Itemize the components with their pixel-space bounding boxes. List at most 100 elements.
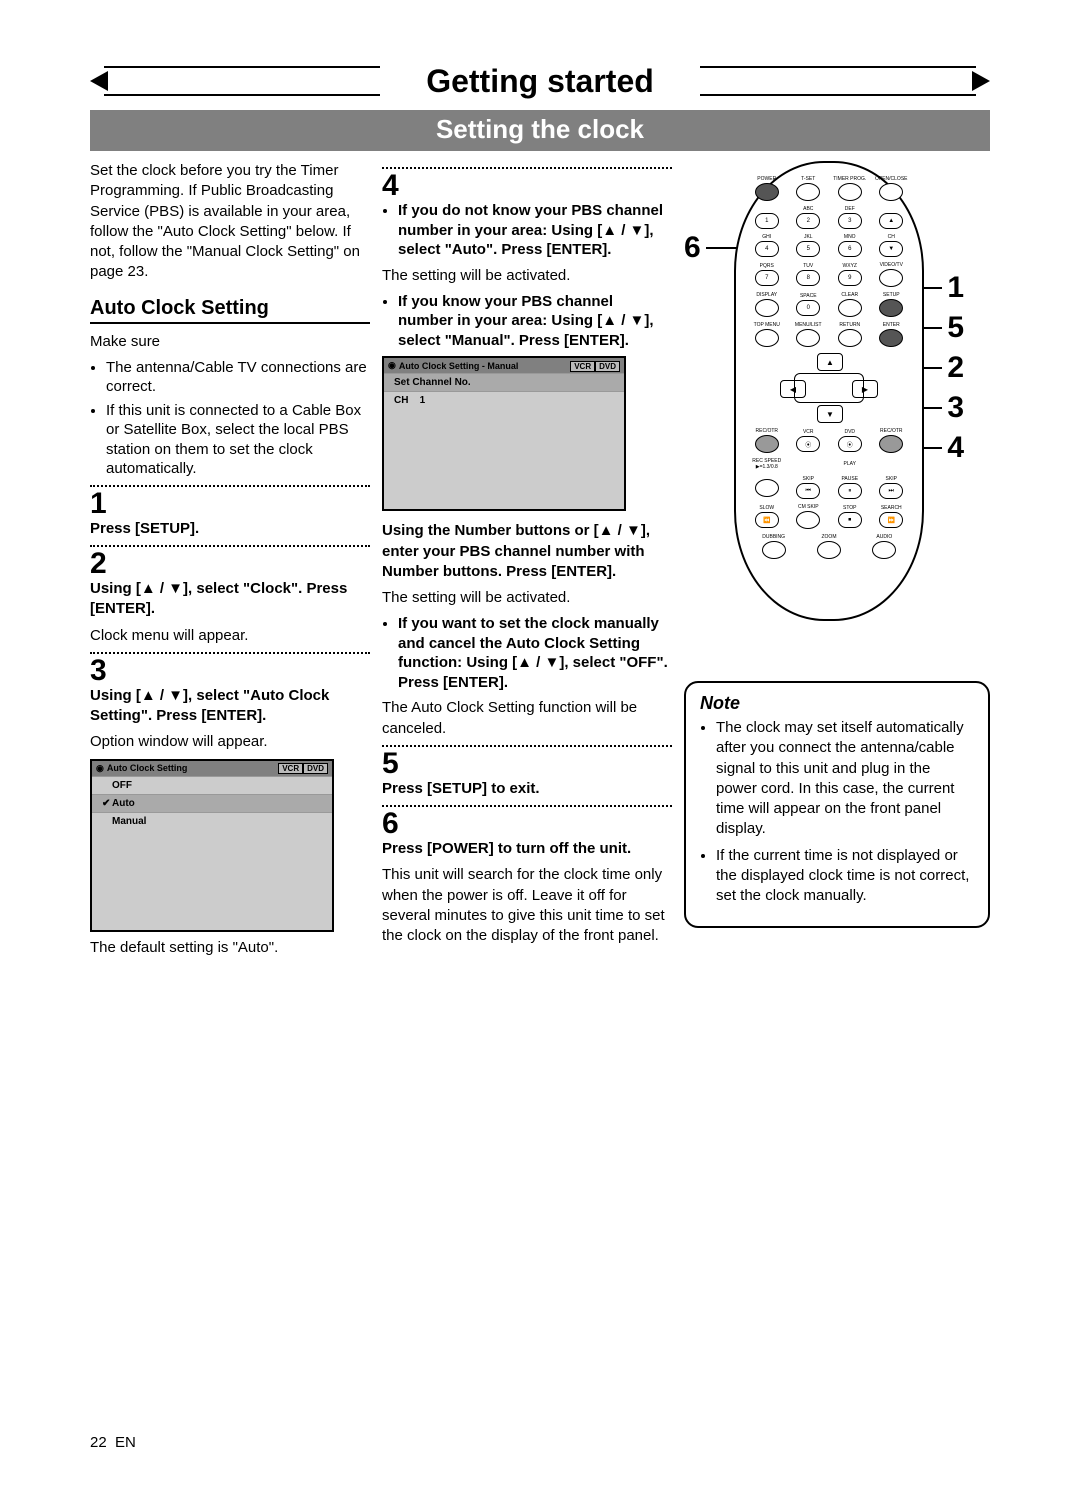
- step-number: 3: [90, 656, 370, 686]
- btn-audio: [872, 541, 896, 559]
- btn-7: 7: [755, 270, 779, 286]
- lbl-power: POWER: [757, 177, 776, 182]
- osd-title: Auto Clock Setting: [107, 763, 188, 773]
- step-number: 2: [90, 549, 370, 579]
- callout-1: 1: [947, 271, 964, 305]
- lbl-stop: STOP: [843, 506, 857, 511]
- btn-timer: [838, 183, 862, 201]
- make-sure-item: The antenna/Cable TV connections are cor…: [106, 358, 370, 397]
- lbl-return: RETURN: [839, 323, 860, 328]
- lbl-tset: T-SET: [801, 177, 815, 182]
- osd-tab-dvd: DVD: [595, 361, 620, 372]
- btn-ch-up: ▲: [879, 213, 903, 229]
- btn-recotr-r: [879, 435, 903, 453]
- divider: [382, 167, 672, 169]
- dpad-up: ▲: [817, 353, 843, 371]
- make-sure-item: If this unit is connected to a Cable Box…: [106, 401, 370, 479]
- step-3-bold: Using [▲ / ▼], select "Auto Clock Settin…: [90, 686, 370, 727]
- step-4b-list: If you know your PBS channel number in y…: [382, 292, 672, 351]
- disc-icon: ◉: [96, 763, 104, 774]
- column-2: 4 If you do not know your PBS channel nu…: [382, 161, 672, 964]
- osd2-title: Auto Clock Setting - Manual: [399, 361, 519, 371]
- lbl-ch: CH: [888, 235, 895, 240]
- lbl-jkl: JKL: [804, 235, 813, 240]
- osd-tab-vcr: VCR: [570, 361, 595, 372]
- step-4a-list: If you do not know your PBS channel numb…: [382, 201, 672, 260]
- lbl-zoom: ZOOM: [821, 535, 836, 540]
- btn-recspeed: [755, 479, 779, 497]
- section-banner: Setting the clock: [90, 110, 990, 151]
- btn-skip-fwd: ⏭: [879, 483, 903, 499]
- lbl-audio: AUDIO: [876, 535, 892, 540]
- btn-8: 8: [796, 270, 820, 286]
- lbl-pause: PAUSE: [841, 477, 858, 482]
- step-5-text: Press [SETUP] to exit.: [382, 779, 672, 799]
- step-number: 6: [382, 809, 672, 839]
- osd-row-off: OFF: [112, 780, 132, 791]
- btn-setup: [879, 299, 903, 317]
- disc-icon: ◉: [388, 360, 396, 371]
- lbl-enter: ENTER: [883, 323, 900, 328]
- lbl-search: SEARCH: [881, 506, 902, 511]
- lbl-mno: MNO: [844, 235, 856, 240]
- dpad-left: ◀: [780, 380, 806, 398]
- remote-diagram: 6 1 5 2 3 4 POWER T-SET TIMER PRO: [684, 161, 964, 661]
- chapter-title: Getting started: [380, 60, 700, 102]
- remote-control-icon: POWER T-SET TIMER PROG. OPEN/CLOSE ABC1 …: [734, 161, 924, 621]
- note-box: Note The clock may set itself automatica…: [684, 681, 990, 928]
- btn-pause: ⏸: [838, 483, 862, 499]
- osd-row-manual: Manual: [112, 816, 146, 827]
- osd1-note: The default setting is "Auto".: [90, 938, 370, 958]
- page-lang: EN: [115, 1434, 136, 1451]
- step-6-bold: Press [POWER] to turn off the unit.: [382, 839, 672, 859]
- btn-ch-down: ▼: [879, 241, 903, 257]
- lbl-clear: CLEAR: [841, 293, 858, 298]
- make-sure-label: Make sure: [90, 332, 370, 352]
- btn-0: 0: [796, 300, 820, 316]
- btn-dvd: ⦿: [838, 436, 862, 452]
- osd2-ch-label: CH: [394, 395, 408, 406]
- btn-search: ⏩: [879, 512, 903, 528]
- divider: [90, 545, 370, 547]
- btn-stop: ⏹: [838, 512, 862, 528]
- btn-recotr-l: [755, 435, 779, 453]
- step-4c-text: The setting will be activated.: [382, 588, 672, 608]
- divider: [90, 485, 370, 487]
- callout-5: 5: [947, 311, 964, 345]
- note-item: If the current time is not displayed or …: [716, 846, 974, 907]
- auto-clock-heading: Auto Clock Setting: [90, 297, 370, 324]
- step-number: 4: [382, 171, 672, 201]
- lbl-abc: ABC: [803, 207, 813, 212]
- lbl-ghi: GHI: [762, 235, 771, 240]
- column-1: Set the clock before you try the Timer P…: [90, 161, 370, 964]
- step-4a-bold: If you do not know your PBS channel numb…: [398, 201, 672, 260]
- btn-4: 4: [755, 241, 779, 257]
- btn-power: [755, 183, 779, 201]
- step-1-text: Press [SETUP].: [90, 519, 370, 539]
- btn-enter: [879, 329, 903, 347]
- lbl-recotr-r: REC/OTR: [880, 429, 903, 434]
- lbl-def: DEF: [845, 207, 855, 212]
- osd2-row1: Set Channel No.: [384, 373, 624, 391]
- btn-tset: [796, 183, 820, 201]
- step-6-text: This unit will search for the clock time…: [382, 865, 672, 946]
- osd-row-auto: Auto: [112, 798, 135, 809]
- lbl-topmenu: TOP MENU: [754, 323, 780, 328]
- step-2-bold: Using [▲ / ▼], select "Clock". Press [EN…: [90, 579, 370, 620]
- lbl-display: DISPLAY: [756, 293, 777, 298]
- callout-4: 4: [947, 431, 964, 465]
- btn-9: 9: [838, 270, 862, 286]
- btn-cmskip: [796, 511, 820, 529]
- make-sure-list: The antenna/Cable TV connections are cor…: [90, 358, 370, 479]
- lbl-pqrs: PQRS: [760, 264, 774, 269]
- osd-manual-channel: ◉Auto Clock Setting - Manual VCRDVD Set …: [382, 356, 626, 511]
- btn-skip-back: ⏮: [796, 483, 820, 499]
- intro-text: Set the clock before you try the Timer P…: [90, 161, 370, 283]
- lbl-setup: SETUP: [883, 293, 900, 298]
- lbl-menulist: MENU/LIST: [795, 323, 822, 328]
- lbl-cmskip: CM SKIP: [798, 505, 819, 510]
- dpad: ▲ ▼ ◀ ▶: [774, 353, 884, 423]
- lbl-recotr-l: REC/OTR: [756, 429, 779, 434]
- step-4d-bold: If you want to set the clock manually an…: [398, 614, 672, 692]
- banner-left-arrow-icon: [90, 71, 108, 91]
